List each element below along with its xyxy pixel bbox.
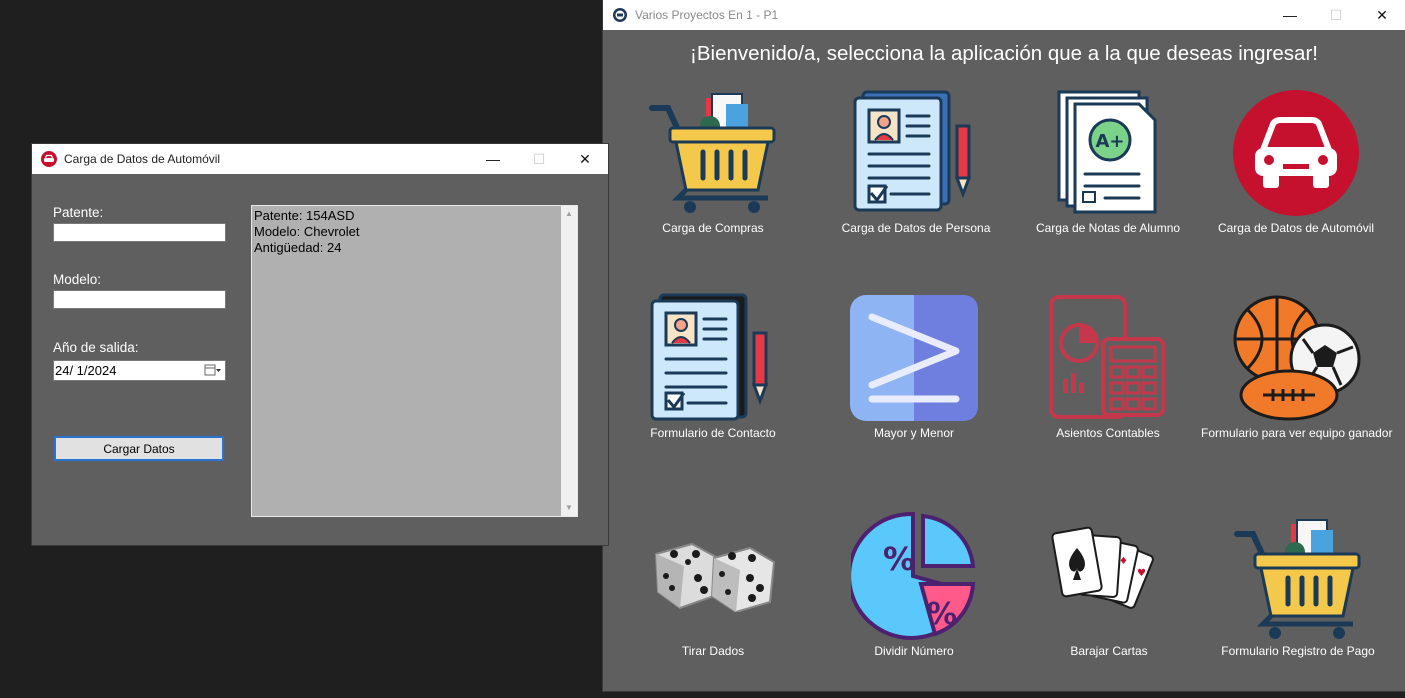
modelo-input[interactable] — [53, 290, 226, 309]
app-tile-barajar-cartas[interactable]: ♦ ♥ Barajar Cartas — [1049, 526, 1169, 666]
output-line: Patente: 154ASD — [254, 208, 355, 223]
maximize-button[interactable]: ☐ — [516, 144, 562, 174]
calendar-dropdown-icon[interactable] — [204, 363, 222, 380]
app-tile-carga-persona[interactable]: Carga de Datos de Persona — [842, 90, 990, 240]
app-label: Asientos Contables — [1056, 426, 1160, 440]
app-tile-contacto[interactable]: Formulario de Contacto — [648, 293, 778, 443]
svg-text:♦: ♦ — [1119, 556, 1128, 567]
car-icon — [40, 150, 58, 168]
output-textarea[interactable]: Patente: 154ASD Modelo: Chevrolet Antigü… — [251, 205, 578, 517]
svg-text:%: % — [883, 540, 915, 578]
person-document-icon — [853, 90, 972, 212]
anio-date-picker[interactable]: 24/ 1/2024 — [53, 360, 226, 381]
contact-form-icon — [650, 293, 769, 421]
vertical-scrollbar[interactable]: ▲ ▼ — [561, 206, 577, 516]
close-button[interactable]: ✕ — [562, 144, 608, 174]
app-label: Carga de Datos de Automóvil — [1217, 221, 1375, 235]
greater-equal-icon — [850, 295, 978, 421]
app-label: Carga de Compras — [662, 221, 764, 235]
car-icon — [1233, 90, 1359, 216]
patente-label: Patente: — [53, 205, 104, 220]
minimize-button[interactable]: — — [470, 144, 516, 174]
close-button[interactable]: ✕ — [1359, 0, 1405, 30]
sports-balls-icon — [1233, 295, 1361, 421]
app-label: Carga de Notas de Alumno — [1035, 221, 1181, 235]
app-tile-registro-pago[interactable]: Formulario Registro de Pago — [1221, 512, 1375, 662]
car-data-window: Carga de Datos de Automóvil — ☐ ✕ Patent… — [32, 144, 608, 545]
welcome-heading: ¡Bienvenido/a, selecciona la aplicación … — [690, 42, 1318, 65]
app-label: Carga de Datos de Persona — [841, 221, 991, 235]
shopping-cart-icon — [1234, 519, 1361, 639]
main-titlebar: Varios Proyectos En 1 - P1 — ☐ ✕ — [603, 0, 1405, 30]
anio-value: 24/ 1/2024 — [55, 363, 117, 378]
app-tile-mayor-menor[interactable]: Mayor y Menor — [849, 293, 979, 443]
output-line: Modelo: Chevrolet — [254, 224, 360, 239]
main-window-title: Varios Proyectos En 1 - P1 — [635, 8, 779, 22]
app-tile-carga-compras[interactable]: Carga de Compras — [648, 90, 778, 240]
main-window: Varios Proyectos En 1 - P1 — ☐ ✕ ¡Bienve… — [603, 0, 1405, 691]
percent-pie-icon: % % — [851, 512, 976, 640]
grade-document-icon: A+ — [1057, 90, 1157, 214]
svg-text:♥: ♥ — [1137, 568, 1146, 579]
car-window-title: Carga de Datos de Automóvil — [64, 152, 221, 166]
cargar-datos-button[interactable]: Cargar Datos — [54, 436, 224, 461]
app-label: Formulario Registro de Pago — [1221, 644, 1375, 658]
patente-input[interactable] — [53, 223, 226, 242]
modelo-label: Modelo: — [53, 272, 102, 287]
app-label: Formulario de Contacto — [650, 426, 776, 440]
output-line: Antigüedad: 24 — [254, 240, 342, 255]
car-titlebar: Carga de Datos de Automóvil — ☐ ✕ — [32, 144, 608, 174]
anio-label: Año de salida: — [53, 340, 139, 355]
svg-text:A+: A+ — [1095, 131, 1124, 152]
dice-icon — [654, 542, 776, 612]
app-label: Dividir Número — [874, 644, 954, 658]
app-tile-asientos-contables[interactable]: Asientos Contables — [1043, 293, 1173, 443]
app-tile-equipo-ganador[interactable]: Formulario para ver equipo ganador — [1201, 293, 1392, 443]
calculator-icon — [1049, 295, 1165, 419]
shopping-cart-icon — [649, 93, 776, 213]
app-label: Formulario para ver equipo ganador — [1201, 426, 1393, 440]
app-tile-tirar-dados[interactable]: Tirar Dados — [648, 520, 778, 670]
scroll-up-icon[interactable]: ▲ — [561, 206, 577, 222]
minimize-button[interactable]: — — [1267, 0, 1313, 30]
app-tile-carga-notas[interactable]: A+ Carga de Notas de Alumno — [1036, 90, 1180, 240]
playing-cards-icon: ♦ ♥ — [1051, 526, 1154, 609]
app-label: Mayor y Menor — [873, 426, 955, 440]
scroll-down-icon[interactable]: ▼ — [561, 500, 577, 516]
app-label: Tirar Dados — [681, 644, 745, 658]
app-label: Barajar Cartas — [1070, 644, 1148, 658]
app-logo-icon — [611, 6, 629, 24]
svg-text:%: % — [927, 597, 957, 632]
maximize-button[interactable]: ☐ — [1313, 0, 1359, 30]
app-tile-dividir-numero[interactable]: % % Dividir Número — [849, 512, 979, 662]
app-tile-carga-automovil[interactable]: Carga de Datos de Automóvil — [1218, 90, 1374, 240]
